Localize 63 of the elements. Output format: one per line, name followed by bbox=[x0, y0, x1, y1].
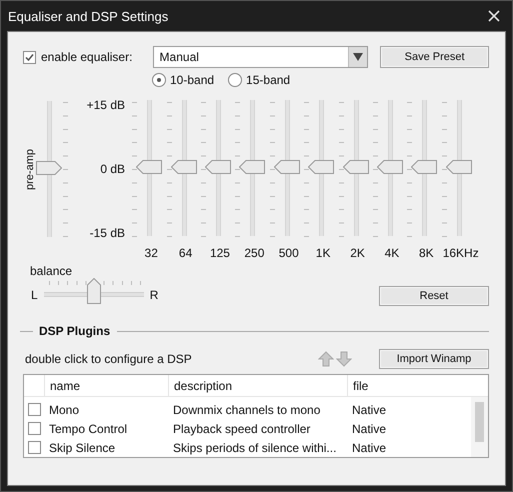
slider-thumb[interactable] bbox=[274, 160, 300, 174]
slider-thumb[interactable] bbox=[411, 160, 438, 174]
slider-thumb[interactable] bbox=[308, 160, 334, 174]
table-cell-text: Skip Silence bbox=[48, 440, 116, 454]
band-frequency-label: 250 bbox=[244, 246, 264, 260]
save-preset-button[interactable]: Save Preset bbox=[380, 46, 489, 68]
band-frequency-label: 8K bbox=[418, 246, 434, 260]
column-header[interactable]: description bbox=[169, 375, 348, 396]
scrollbar-thumb[interactable] bbox=[475, 402, 484, 442]
band-frequency-label: 125 bbox=[210, 246, 230, 260]
band-mode-label: 15-band bbox=[246, 73, 290, 87]
import-winamp-button[interactable]: Import Winamp bbox=[379, 349, 489, 369]
band-mode-label: 10-band bbox=[170, 73, 214, 87]
slider-thumb[interactable] bbox=[342, 160, 369, 174]
left-label: L bbox=[31, 288, 38, 302]
slider-thumb[interactable] bbox=[376, 160, 403, 174]
band-frequency-label: 4K bbox=[384, 246, 400, 260]
enable-checkbox[interactable] bbox=[23, 50, 36, 64]
balance-label: balance bbox=[30, 264, 74, 278]
window-title: Equaliser and DSP Settings bbox=[8, 8, 168, 24]
enable-equaliser-label: enable equaliser: bbox=[41, 50, 132, 64]
scale-label: 0 dB bbox=[100, 162, 125, 176]
scale-label: +15 dB bbox=[86, 98, 125, 112]
slider-thumb[interactable] bbox=[136, 160, 162, 174]
section-title: DSP Plugins bbox=[39, 324, 110, 338]
table-cell-text: Tempo Control bbox=[48, 422, 128, 436]
right-label: R bbox=[150, 288, 158, 302]
dropdown-arrow-icon[interactable] bbox=[353, 53, 364, 61]
move-down-icon[interactable] bbox=[336, 351, 352, 367]
table-cell-text: Native bbox=[351, 402, 388, 416]
column-header[interactable]: file bbox=[348, 375, 488, 396]
close-icon[interactable] bbox=[488, 10, 500, 22]
slider-thumb[interactable] bbox=[239, 160, 266, 174]
band-mode-radio[interactable] bbox=[228, 73, 242, 87]
preset-dropdown[interactable]: Manual bbox=[152, 46, 368, 68]
move-up-icon[interactable] bbox=[318, 351, 334, 367]
band-mode-radio[interactable] bbox=[152, 73, 166, 87]
scrollbar[interactable] bbox=[471, 397, 488, 457]
plugin-checkbox[interactable] bbox=[28, 441, 40, 454]
band-frequency-label: 2K bbox=[350, 246, 365, 260]
reset-button[interactable]: Reset bbox=[379, 286, 489, 306]
slider-thumb[interactable] bbox=[86, 278, 101, 304]
pre-amp-label: pre-amp bbox=[24, 148, 36, 190]
hint-text: double click to configure a DSP bbox=[24, 352, 193, 366]
slider-thumb[interactable] bbox=[36, 161, 62, 175]
table-cell-text: Native bbox=[351, 440, 388, 454]
table-cell-text: Native bbox=[351, 422, 388, 436]
band-frequency-label: 500 bbox=[278, 246, 299, 260]
table-cell-text: Downmix channels to mono bbox=[172, 402, 322, 416]
plugin-checkbox[interactable] bbox=[28, 403, 40, 416]
band-frequency-label: 16KHz bbox=[442, 246, 479, 260]
plugin-checkbox[interactable] bbox=[28, 422, 40, 435]
slider-thumb[interactable] bbox=[170, 160, 197, 174]
band-frequency-label: 32 bbox=[144, 246, 158, 260]
slider-thumb[interactable] bbox=[446, 160, 472, 174]
slider-thumb[interactable] bbox=[204, 160, 231, 174]
table-cell-text: Mono bbox=[48, 402, 80, 416]
column-header[interactable]: name bbox=[45, 375, 169, 396]
table-cell-text: Playback speed controller bbox=[172, 422, 312, 436]
band-frequency-label: 64 bbox=[178, 246, 192, 260]
table-cell-text: Skips periods of silence withi... bbox=[172, 440, 338, 454]
scale-label: -15 dB bbox=[90, 226, 125, 240]
band-frequency-label: 1K bbox=[316, 246, 330, 260]
